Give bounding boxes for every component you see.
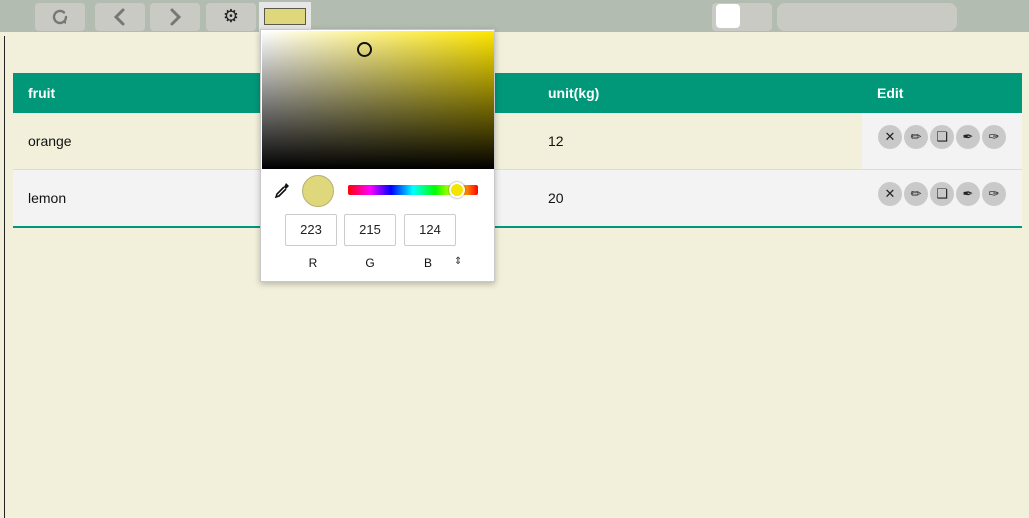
delete-button[interactable]: ✕ <box>878 125 902 149</box>
refresh-button[interactable] <box>35 3 85 31</box>
eyedropper-icon[interactable] <box>273 181 291 199</box>
green-label: G <box>365 256 375 270</box>
pen-button[interactable]: ✒ <box>956 125 980 149</box>
delete-button[interactable]: ✕ <box>878 182 902 206</box>
back-button[interactable] <box>95 3 145 31</box>
forward-button[interactable] <box>150 3 200 31</box>
header-unit: unit(kg) <box>548 85 600 101</box>
edit-button[interactable]: ✏ <box>904 182 928 206</box>
toggle-control[interactable] <box>712 3 772 31</box>
green-input[interactable]: 215 <box>344 214 396 246</box>
fruit-table: fruit unit(kg) Edit orange 12 ✕ ✏ ❏ ✒ ✑ … <box>13 73 1022 228</box>
copy-button[interactable]: ❏ <box>930 125 954 149</box>
saturation-cursor[interactable] <box>357 42 372 57</box>
table-row: orange 12 ✕ ✏ ❏ ✒ ✑ <box>13 113 1022 170</box>
blue-label: B <box>423 256 432 270</box>
chevron-right-icon <box>170 8 182 26</box>
page-left-border <box>4 36 5 518</box>
mode-toggle-icon[interactable]: ⇕ <box>454 256 462 267</box>
toggle-knob <box>716 4 740 28</box>
table-row: lemon 20 ✕ ✏ ❏ ✒ ✑ <box>13 170 1022 228</box>
red-label: R <box>308 256 318 270</box>
cell-unit: 12 <box>548 133 564 149</box>
edit-button[interactable]: ✏ <box>904 125 928 149</box>
table-header: fruit unit(kg) Edit <box>13 73 1022 113</box>
red-input[interactable]: 223 <box>285 214 337 246</box>
header-fruit: fruit <box>28 85 56 101</box>
hue-slider-handle[interactable] <box>449 182 465 198</box>
header-edit: Edit <box>877 85 904 101</box>
color-preview <box>302 175 334 207</box>
cell-fruit: orange <box>28 133 72 149</box>
saturation-area[interactable] <box>262 31 494 169</box>
color-swatch <box>264 8 306 25</box>
pen-alt-button[interactable]: ✑ <box>982 125 1006 149</box>
color-picker-popup: 223 215 124 R G B ⇕ <box>260 29 495 282</box>
toolbar: ⚙ <box>0 0 1029 32</box>
chevron-left-icon <box>113 8 125 26</box>
settings-button[interactable]: ⚙ <box>206 3 256 31</box>
toolbar-input[interactable] <box>777 3 957 31</box>
gear-icon: ⚙ <box>222 6 240 27</box>
edit-cell: ✕ ✏ ❏ ✒ ✑ <box>862 113 1022 169</box>
edit-cell: ✕ ✏ ❏ ✒ ✑ <box>862 170 1022 226</box>
copy-button[interactable]: ❏ <box>930 182 954 206</box>
color-picker-button[interactable] <box>259 2 311 32</box>
pen-alt-button[interactable]: ✑ <box>982 182 1006 206</box>
blue-input[interactable]: 124 <box>404 214 456 246</box>
cell-fruit: lemon <box>28 190 67 206</box>
refresh-icon <box>52 9 68 25</box>
pen-button[interactable]: ✒ <box>956 182 980 206</box>
cell-unit: 20 <box>548 190 564 206</box>
